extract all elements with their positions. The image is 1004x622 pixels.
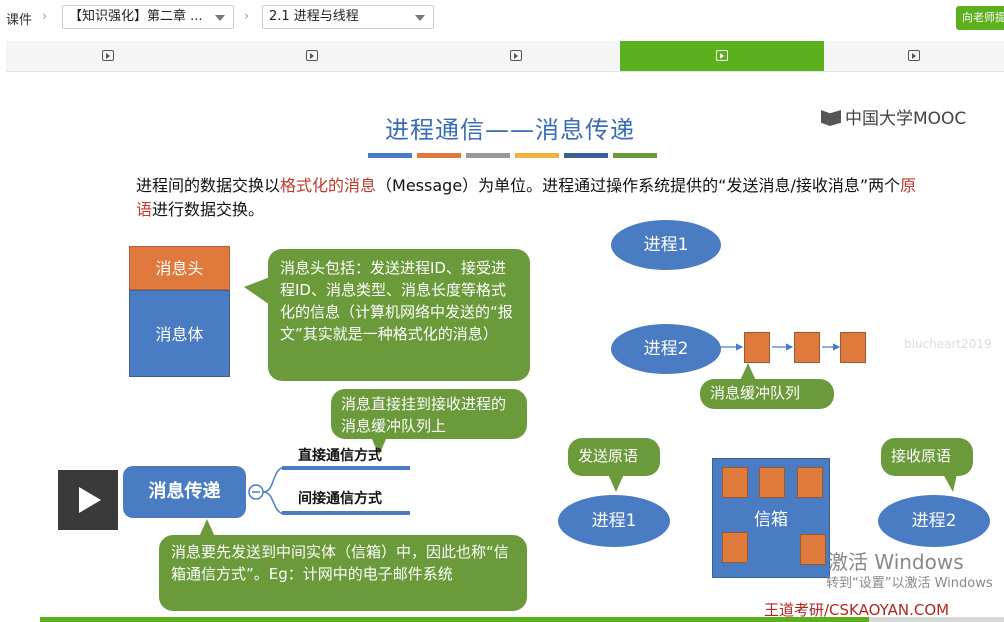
video-tab-bar <box>6 41 1004 72</box>
intro-text: 进程间的数据交换以格式化的消息（Message）为单位。进程通过操作系统提供的“… <box>136 176 917 219</box>
queue-message-block <box>744 332 770 363</box>
chevron-down-icon <box>415 15 425 21</box>
direct-method-label: 直接通信方式 <box>298 448 382 464</box>
title-underline <box>564 153 608 158</box>
direct-method-line <box>282 466 410 470</box>
process1-bottom-ellipse: 进程1 <box>558 495 670 547</box>
breadcrumb-root[interactable]: 课件 <box>6 9 32 28</box>
play-square-icon <box>716 50 728 61</box>
video-tab-3[interactable] <box>414 41 618 71</box>
play-square-icon <box>306 50 318 61</box>
mooc-book-icon <box>821 110 841 126</box>
mailbox-label: 信箱 <box>754 510 788 530</box>
video-tab-4[interactable] <box>620 41 824 71</box>
video-tab-5[interactable] <box>824 41 1004 71</box>
queue-message-block <box>794 332 820 363</box>
mailbox-box: 信箱 <box>712 458 830 578</box>
process2-mid-ellipse: 进程2 <box>611 324 721 374</box>
send-primitive-bubble: 发送原语 <box>568 438 660 492</box>
video-tab-1[interactable] <box>6 41 210 71</box>
lesson-select-value: 2.1 进程与线程 <box>269 9 359 24</box>
play-square-icon <box>908 50 920 61</box>
recv-primitive-bubble: 接收原语 <box>881 438 973 492</box>
title-underline <box>613 153 657 158</box>
mailbox-message-block <box>722 467 748 498</box>
chevron-right-icon: › <box>244 9 250 24</box>
chapter-select[interactable]: 【知识强化】第二章 ... <box>62 5 234 29</box>
chevron-right-icon: › <box>42 9 48 24</box>
mailbox-message-block <box>797 467 823 498</box>
title-underline <box>466 153 510 158</box>
chapter-select-value: 【知识强化】第二章 ... <box>69 9 203 24</box>
message-header-box: 消息头 <box>129 246 230 290</box>
slide-title: 进程通信——消息传递 <box>385 116 635 144</box>
message-body-box: 消息体 <box>129 290 230 377</box>
indirect-method-line <box>282 511 410 515</box>
message-passing-node: 消息传递 <box>123 466 246 518</box>
queue-message-block <box>840 332 866 363</box>
play-square-icon <box>102 50 114 61</box>
title-underline <box>515 153 559 158</box>
indirect-method-label: 间接通信方式 <box>298 491 382 507</box>
video-progress-fill <box>40 617 870 622</box>
mailbox-message-block <box>722 532 748 563</box>
title-underline <box>417 153 461 158</box>
chevron-down-icon <box>215 15 225 21</box>
highlight-formatted-message: 格式化的消息 <box>280 176 377 195</box>
direct-note-bubble: 消息直接挂到接收进程的消息缓冲队列上 <box>331 389 527 455</box>
mailbox-message-block <box>759 467 785 498</box>
play-square-icon <box>510 50 522 61</box>
process2-bottom-ellipse: 进程2 <box>878 495 990 547</box>
top-bar: 课件 › 【知识强化】第二章 ... › 2.1 进程与线程 向老师提问 <box>0 0 1004 38</box>
mailbox-message-block <box>800 534 826 565</box>
title-underline <box>368 153 412 158</box>
header-note-bubble: 消息头包括：发送进程ID、接受进程ID、消息类型、消息长度等格式化的信息（计算机… <box>244 249 530 381</box>
lecture-slide[interactable]: 进程通信——消息传递 中国大学MOOC 进程间的数据交换以格式化的消息（Mess… <box>0 72 1004 622</box>
queue-arrows <box>720 343 841 351</box>
queue-label-bubble: 消息缓冲队列 <box>700 363 834 409</box>
mooc-logo: 中国大学MOOC <box>821 104 966 129</box>
indirect-note-bubble: 消息要先发送到中间实体（信箱）中，因此也称“信箱通信方式”。Eg：计网中的电子邮… <box>159 519 527 611</box>
windows-activation-hint: 转到“设置”以激活 Windows <box>826 576 993 591</box>
windows-activation-title: 激活 Windows <box>828 550 964 574</box>
video-progress-bar[interactable] <box>40 617 1004 622</box>
lesson-select[interactable]: 2.1 进程与线程 <box>262 5 434 29</box>
watermark-text: blucheart2019 <box>904 337 992 351</box>
video-tab-2[interactable] <box>210 41 414 71</box>
mooc-logo-text: 中国大学MOOC <box>845 109 967 129</box>
process1-top-ellipse: 进程1 <box>611 220 721 270</box>
ask-teacher-button[interactable]: 向老师提问 <box>956 6 1004 30</box>
play-button[interactable] <box>58 470 118 530</box>
